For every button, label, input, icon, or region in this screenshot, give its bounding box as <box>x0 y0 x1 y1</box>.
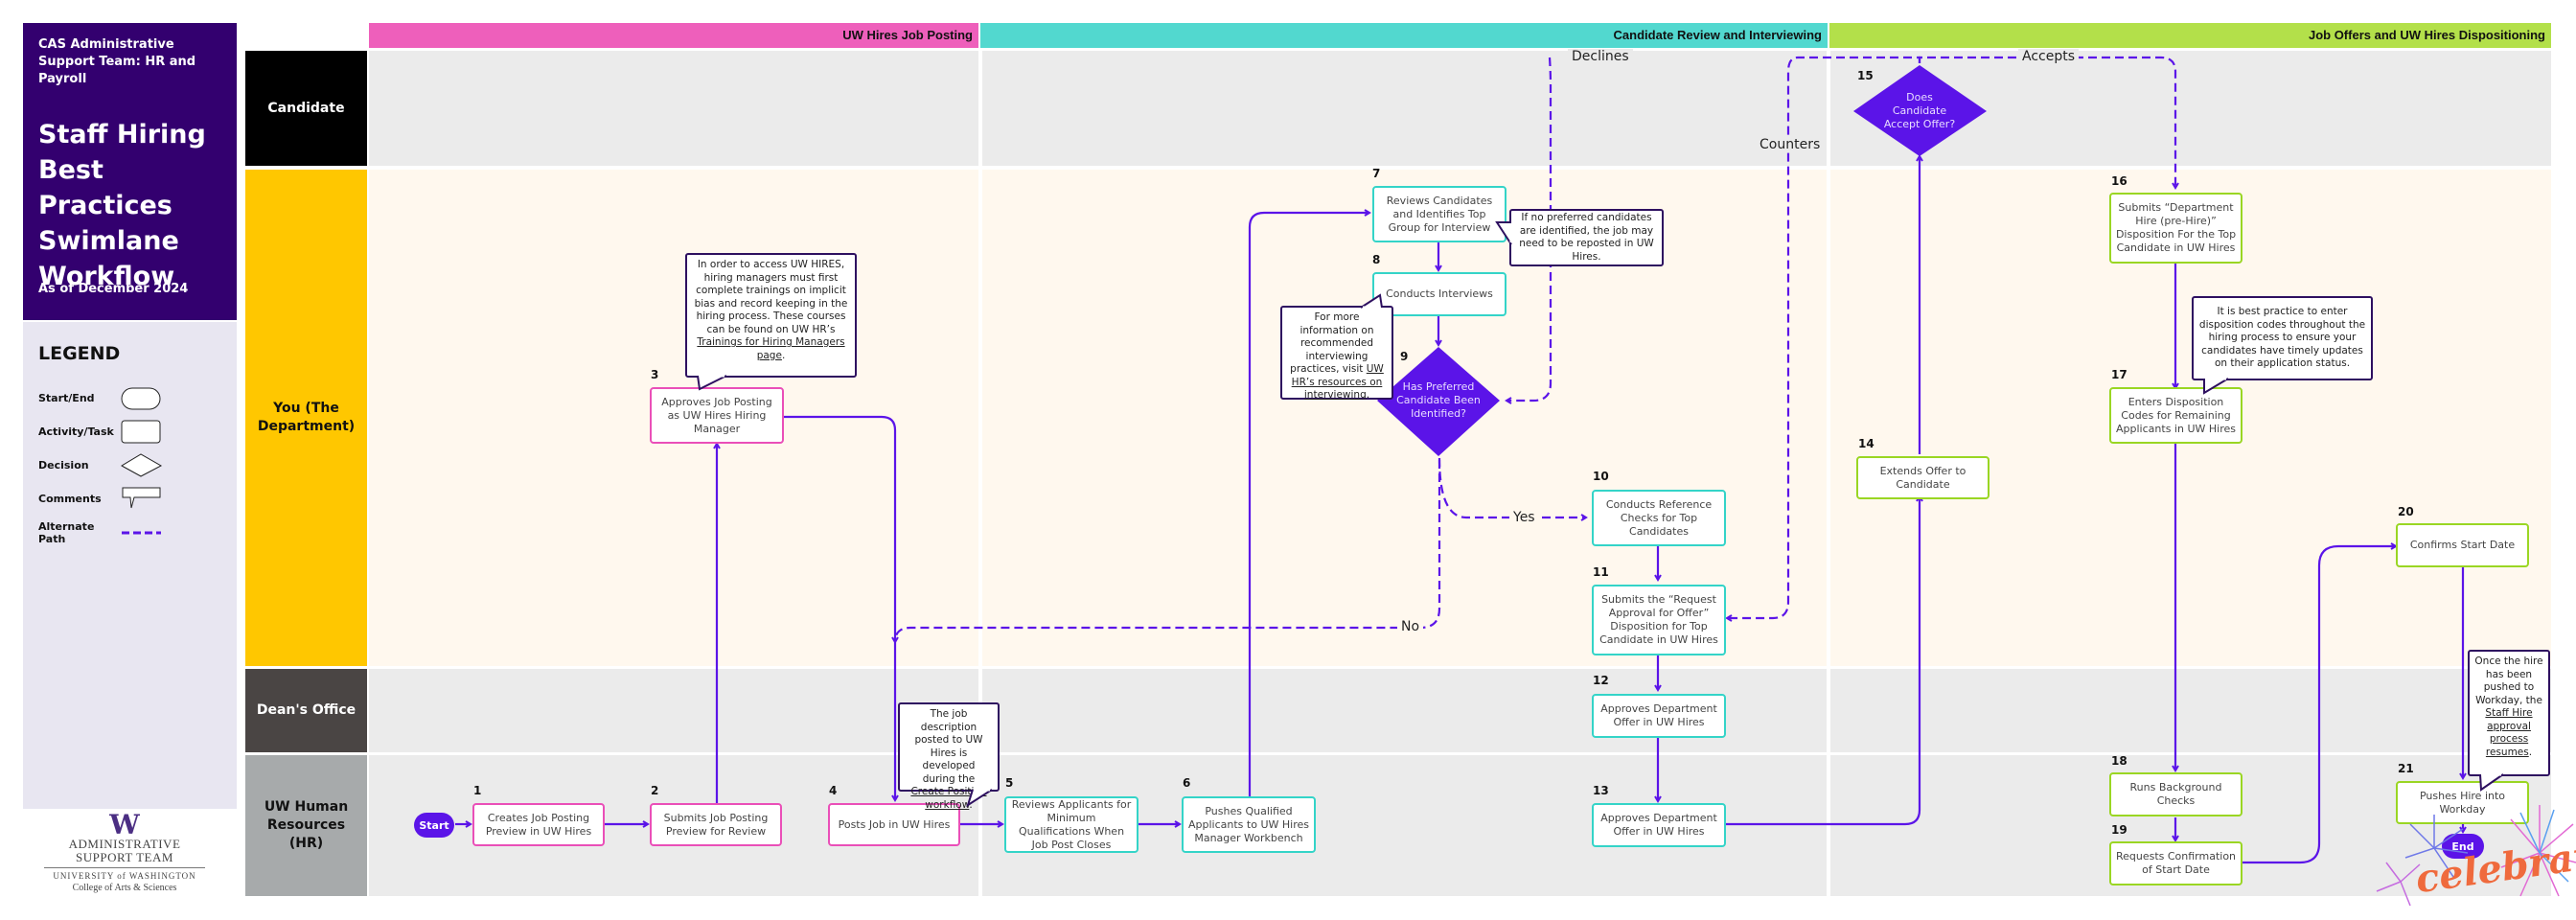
edge-label-yes: Yes <box>1509 510 1539 525</box>
comment-tails <box>697 221 2504 808</box>
edge-label-accepts: Accepts <box>2018 49 2080 64</box>
comment-tail-icon <box>697 375 727 391</box>
comment-tail-icon <box>1360 293 1383 309</box>
comment-tail-icon <box>2203 378 2229 395</box>
comment-tail-icon <box>1495 221 1512 245</box>
edge-label-declines: Declines <box>1568 49 1633 64</box>
edge-label-counters: Counters <box>1756 137 1825 152</box>
comment-tail-icon <box>966 789 993 808</box>
edge-label-no: No <box>1397 619 1424 634</box>
